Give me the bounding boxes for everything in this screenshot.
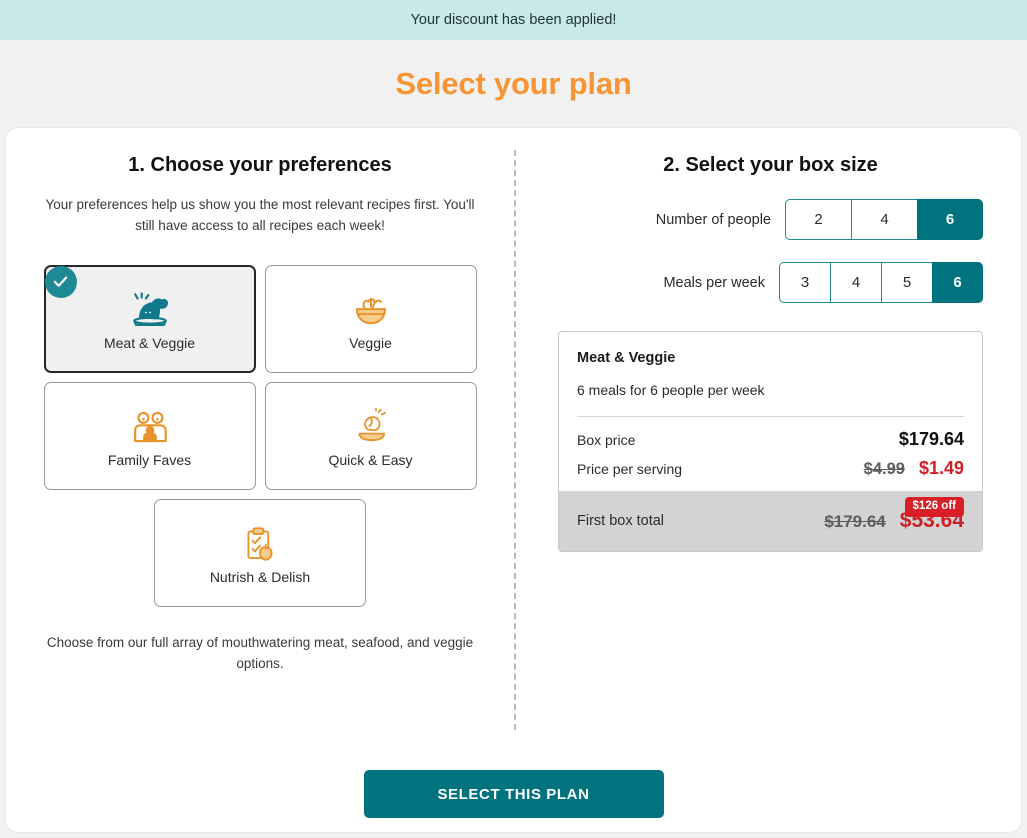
preferences-description: Your preferences help us show you the mo… — [45, 197, 475, 233]
preference-card-meat-veggie[interactable]: Meat & Veggie — [43, 264, 256, 373]
family-group-icon — [130, 404, 170, 446]
clipboard-apple-icon — [240, 521, 280, 563]
price-original: $4.99 — [863, 460, 905, 478]
price-label: Price per serving — [577, 460, 683, 477]
page-title: Select your plan — [395, 66, 632, 101]
box-size-heading: 2. Select your box size — [663, 154, 878, 176]
summary-plan-detail: 6 meals for 6 people per week — [577, 382, 964, 417]
preference-label: Meat & Veggie — [103, 334, 196, 351]
meals-option-6[interactable]: 6 — [932, 262, 983, 303]
cta-container: SELECT THIS PLAN — [6, 770, 1021, 818]
box-size-column: 2. Select your box size Number of people… — [518, 154, 1021, 730]
price-row-price-per-serving: Price per serving $4.99 $1.49 — [559, 452, 982, 491]
preferences-footnote: Choose from our full array of mouthwater… — [46, 634, 474, 671]
number-of-people-label: Number of people — [655, 211, 771, 228]
people-option-6[interactable]: 6 — [917, 199, 983, 240]
summary-plan-name: Meat & Veggie — [577, 350, 676, 366]
meals-option-4[interactable]: 4 — [830, 262, 881, 303]
two-column-layout: 1. Choose your preferences Your preferen… — [6, 128, 1021, 730]
price-amount: $179.64 — [898, 429, 964, 449]
preference-label: Family Faves — [107, 451, 192, 468]
price-values: $179.64 — [899, 429, 964, 450]
first-box-total-row: First box total $126 off $179.64 $53.64 — [559, 491, 982, 551]
number-of-people-row: Number of people 2 4 6 — [558, 199, 983, 240]
preferences-heading: 1. Choose your preferences — [128, 154, 392, 176]
plan-summary-panel: Meat & Veggie 6 meals for 6 people per w… — [558, 331, 983, 552]
preference-label: Quick & Easy — [328, 451, 413, 468]
salad-bowl-icon — [351, 287, 391, 329]
people-option-4[interactable]: 4 — [851, 199, 917, 240]
preference-card-veggie[interactable]: Veggie — [264, 264, 477, 373]
plan-selection-card: 1. Choose your preferences Your preferen… — [6, 128, 1021, 832]
preference-label: Veggie — [349, 334, 392, 351]
summary-header: Meat & Veggie 6 meals for 6 people per w… — [559, 332, 982, 417]
select-this-plan-button[interactable]: SELECT THIS PLAN — [363, 770, 664, 818]
discount-banner-text: Your discount has been applied! — [410, 12, 617, 28]
price-label: Box price — [577, 431, 636, 448]
preference-label: Nutrish & Delish — [209, 568, 311, 585]
meals-per-week-label: Meals per week — [663, 274, 765, 291]
meals-per-week-options: 3 4 5 6 — [779, 262, 983, 303]
preference-card-family-faves[interactable]: Family Faves — [43, 381, 256, 490]
price-discounted: $1.49 — [918, 458, 964, 478]
roast-turkey-icon — [130, 287, 170, 329]
preferences-column: 1. Choose your preferences Your preferen… — [6, 154, 514, 730]
price-values: $4.99 $1.49 — [864, 458, 964, 479]
meals-per-week-row: Meals per week 3 4 5 6 — [558, 262, 983, 303]
check-circle-icon — [44, 265, 77, 298]
hand-plate-icon — [351, 404, 391, 446]
meals-option-3[interactable]: 3 — [779, 262, 830, 303]
total-label: First box total — [577, 513, 665, 529]
discount-badge: $126 off — [904, 497, 964, 517]
total-original: $179.64 — [824, 512, 886, 531]
page-title-container: Select your plan — [0, 40, 1027, 128]
number-of-people-options: 2 4 6 — [785, 199, 983, 240]
people-option-2[interactable]: 2 — [785, 199, 851, 240]
preference-card-nutrish-delish[interactable]: Nutrish & Delish — [154, 498, 366, 607]
preference-options-grid: Meat & Veggie Veggie Family Faves Quick … — [28, 264, 492, 607]
meals-option-5[interactable]: 5 — [881, 262, 932, 303]
discount-banner: Your discount has been applied! — [0, 0, 1027, 40]
price-row-box-price: Box price $179.64 — [559, 417, 982, 452]
preference-card-quick-easy[interactable]: Quick & Easy — [264, 381, 477, 490]
